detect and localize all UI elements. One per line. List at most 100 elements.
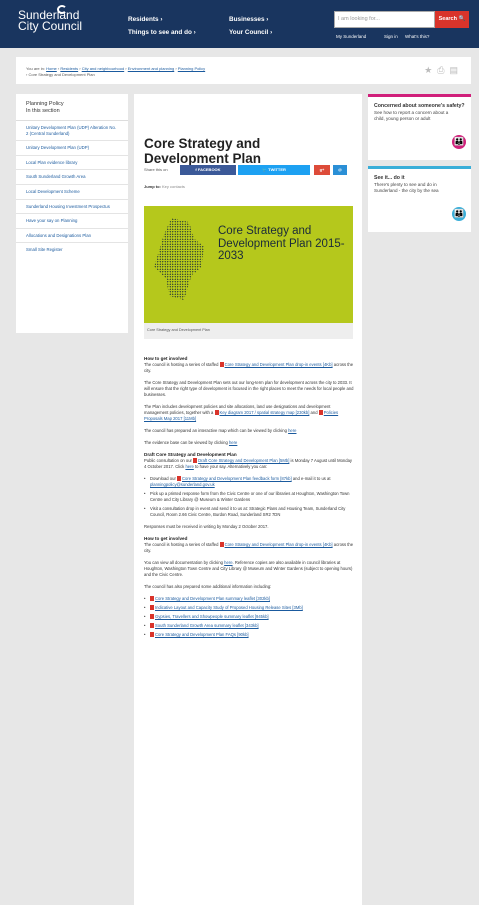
section-sidebar: Planning Policy In this section Unitary …: [16, 94, 128, 333]
text-run: to have your say. Alternatively you can:: [193, 464, 268, 469]
paragraph-responses-deadline: Responses must be received in writing by…: [144, 524, 269, 529]
feedback-form-link[interactable]: Core Strategy and Development Plan feedb…: [182, 476, 292, 481]
sidebar-item-housing-prospectus[interactable]: Sunderland Housing Investment Prospectus: [16, 200, 128, 215]
logo-line-2: City Council: [18, 19, 83, 33]
sidebar-item-small-site[interactable]: Small Site Register: [16, 243, 128, 257]
pdf-icon: [177, 476, 182, 481]
council-logo[interactable]: Sunderland City Council: [18, 5, 83, 33]
breadcrumb-planning[interactable]: Planning Policy: [178, 66, 205, 71]
sidebar-item-allocations[interactable]: Allocations and Designations Plan: [16, 229, 128, 244]
pdf-icon: [150, 623, 154, 628]
safety-panel[interactable]: Concerned about someone's safety? See ho…: [368, 94, 471, 160]
paragraph-drop-in: The council is hosting a series of staff…: [144, 362, 354, 374]
people-icon: 👪: [452, 207, 466, 221]
text-run: The council is hosting a series of staff…: [144, 362, 220, 367]
site-header: Sunderland City Council Residents › Busi…: [0, 0, 479, 48]
key-diagram-link[interactable]: Key diagram 2017 / spatial strategy map …: [220, 410, 310, 415]
pdf-icon: [318, 410, 323, 415]
paragraph-interactive-map: The council has prepared an interactive …: [144, 428, 354, 434]
search-button[interactable]: Search 🔍: [435, 11, 469, 28]
pdf-icon: [214, 410, 219, 415]
share-facebook-button[interactable]: f FACEBOOK: [180, 165, 236, 175]
text-run: and: [309, 410, 319, 415]
pdf-icon: [193, 458, 198, 463]
nav-residents[interactable]: Residents ›: [128, 14, 162, 26]
share-label: Share this on: [144, 167, 168, 172]
share-email-button[interactable]: @: [333, 165, 347, 175]
pdf-icon: [150, 632, 154, 637]
list-item: Indicative Layout and Capacity Study of …: [144, 605, 354, 611]
drop-in-events-link-2[interactable]: Core Strategy and Development Plan drop-…: [225, 542, 333, 547]
safety-panel-heading: Concerned about someone's safety?: [374, 103, 465, 109]
search-button-label: Search: [438, 16, 457, 22]
feedback-icon[interactable]: ▤: [449, 65, 463, 75]
favourite-icon[interactable]: ★: [424, 65, 437, 75]
search-icon: 🔍: [458, 16, 466, 22]
gypsies-travellers-leaflet-link[interactable]: Gypsies, Travellers and Showpeople summa…: [155, 614, 269, 619]
document-list: Core Strategy and Development Plan summa…: [144, 596, 354, 638]
sidebar-item-evidence-library[interactable]: Local Plan evidence library: [16, 156, 128, 171]
planning-email-link[interactable]: planningpolicy@sunderland.gov.uk: [150, 482, 215, 487]
see-it-panel-text: There's plenty to see and do in Sunderla…: [374, 181, 439, 193]
sidebar-item-growth-area[interactable]: South Sunderland Growth Area: [16, 170, 128, 185]
sidebar-item-development-scheme[interactable]: Local Development Scheme: [16, 185, 128, 200]
summary-leaflet-link[interactable]: Core Strategy and Development Plan summa…: [155, 596, 270, 601]
search-input[interactable]: I am looking for...: [334, 11, 435, 28]
nav-things-to-see[interactable]: Things to see and do ›: [128, 27, 196, 39]
safety-panel-text: See how to report a concern about a chil…: [374, 109, 449, 121]
breadcrumb-city[interactable]: City and neighbourhood: [82, 66, 124, 71]
twitter-label: TWITTER: [268, 167, 286, 172]
pdf-icon: [219, 362, 224, 367]
text-run: The council has prepared an interactive …: [144, 428, 289, 433]
nav-businesses[interactable]: Businesses ›: [229, 14, 268, 26]
sunderland-map-graphic: [154, 218, 204, 300]
have-your-say-link[interactable]: here: [185, 464, 193, 469]
whats-this-link[interactable]: What's this?: [405, 34, 429, 39]
sidebar-item-have-your-say[interactable]: Have your say on Planning: [16, 214, 128, 229]
share-gplus-button[interactable]: g+: [314, 165, 330, 175]
page-tools: ★⎙▤: [424, 65, 463, 76]
facebook-icon: f: [195, 167, 197, 172]
jump-key-contacts-link[interactable]: Key contacts: [162, 184, 185, 189]
pdf-icon: [150, 605, 154, 610]
main-content: Core Strategy and Development Plan Share…: [134, 94, 362, 905]
paragraph-consultation: Public consultation on our Draft Core St…: [144, 458, 354, 470]
faqs-link[interactable]: Core Strategy and Development Plan FAQs …: [155, 632, 249, 637]
sidebar-item-udp-alteration[interactable]: Unitary Development Plan (UDP) Alteratio…: [16, 121, 128, 142]
breadcrumb-residents[interactable]: Residents: [60, 66, 78, 71]
breadcrumb-home[interactable]: Home: [46, 66, 57, 71]
growth-area-leaflet-link[interactable]: South Sunderland Growth Area summary lea…: [155, 623, 259, 628]
hero-banner: Core Strategy and Development Plan 2015-…: [144, 206, 353, 323]
breadcrumb-environment[interactable]: Environment and planning: [128, 66, 174, 71]
breadcrumb-bar: You are in: Home › Residents › City and …: [16, 57, 471, 84]
documentation-link[interactable]: here: [224, 560, 232, 565]
interactive-map-link[interactable]: here: [288, 428, 296, 433]
text-run: and e-mail it to us at: [291, 476, 331, 481]
sidebar-item-udp[interactable]: Unitary Development Plan (UDP): [16, 141, 128, 156]
drop-in-events-link[interactable]: Core Strategy and Development Plan drop-…: [225, 362, 333, 367]
paragraph-overview: The Core Strategy and Development Plan s…: [144, 380, 354, 397]
list-item: Visit a consultation drop in event and s…: [144, 506, 354, 518]
page-title: Core Strategy and Development Plan: [144, 136, 262, 166]
paragraph-evidence-base: The evidence base can be viewed by click…: [144, 440, 354, 446]
my-sunderland-link[interactable]: My Sunderland: [336, 34, 366, 39]
nav-your-council[interactable]: Your Council ›: [229, 27, 272, 39]
evidence-base-link[interactable]: here: [229, 440, 237, 445]
twitter-icon: 🐦: [262, 167, 268, 172]
text-run: Download our: [150, 476, 178, 481]
article-body: How to get involved The council is hosti…: [144, 356, 354, 644]
sidebar-title-sub: In this section: [26, 108, 60, 114]
sign-in-link[interactable]: Sign in: [384, 34, 398, 39]
sidebar-title: Planning Policy In this section: [16, 94, 128, 121]
pdf-icon: [219, 542, 224, 547]
see-it-do-it-panel[interactable]: See it... do it There's plenty to see an…: [368, 166, 471, 232]
jump-label: Jump to:: [144, 184, 161, 189]
capacity-study-link[interactable]: Indicative Layout and Capacity Study of …: [155, 605, 303, 610]
list-item: Gypsies, Travellers and Showpeople summa…: [144, 614, 354, 620]
facebook-label: FACEBOOK: [197, 167, 221, 172]
text-run: The evidence base can be viewed by click…: [144, 440, 229, 445]
print-icon[interactable]: ⎙: [437, 65, 449, 75]
share-twitter-button[interactable]: 🐦 TWITTER: [238, 165, 310, 175]
family-icon: 👪: [452, 135, 466, 149]
draft-plan-link[interactable]: Draft Core Strategy and Development Plan…: [198, 458, 289, 463]
